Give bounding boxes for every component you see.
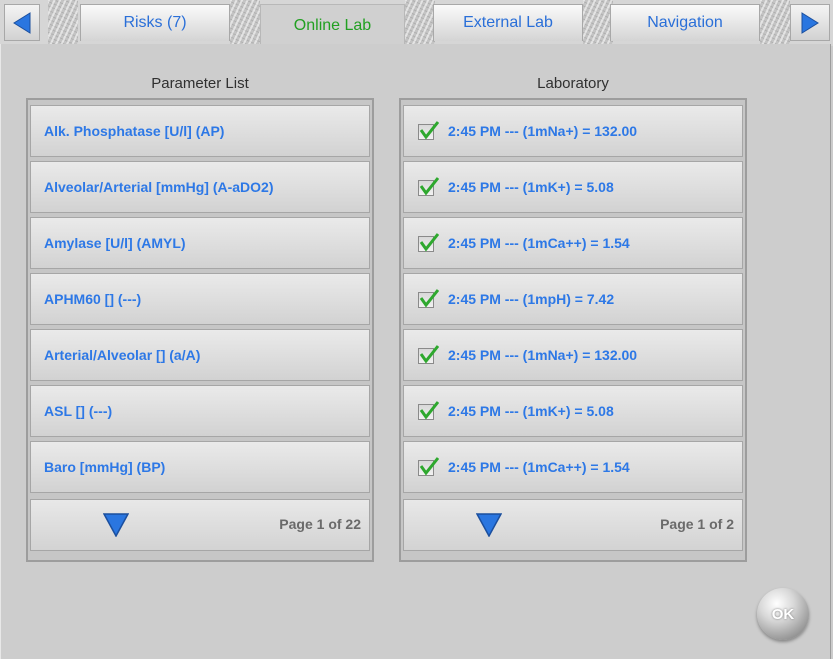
lab-result-label: 2:45 PM --- (1mCa++) = 1.54 xyxy=(448,235,630,251)
tab-navigation[interactable]: Navigation xyxy=(610,4,760,41)
laboratory-pager: Page 1 of 2 xyxy=(403,499,743,551)
laboratory-title: Laboratory xyxy=(537,75,609,92)
parameter-list: Alk. Phosphatase [U/l] (AP) Alveolar/Art… xyxy=(26,98,374,562)
checkmark-icon xyxy=(419,121,439,140)
checkmark-icon xyxy=(419,177,439,196)
laboratory-list: 2:45 PM --- (1mNa+) = 132.00 2:45 PM ---… xyxy=(399,98,747,562)
parameter-item-label: Alk. Phosphatase [U/l] (AP) xyxy=(44,123,225,139)
page-indicator: Page 1 of 2 xyxy=(660,516,734,532)
parameter-item-label: Alveolar/Arterial [mmHg] (A-aDO2) xyxy=(44,179,274,195)
parameter-list-title: Parameter List xyxy=(151,75,249,92)
tab-separator xyxy=(48,0,78,46)
checkmark-icon xyxy=(419,345,439,364)
lab-result-label: 2:45 PM --- (1mNa+) = 132.00 xyxy=(448,123,638,139)
tab-label: External Lab xyxy=(463,14,553,31)
lab-result-label: 2:45 PM --- (1mK+) = 5.08 xyxy=(448,403,614,419)
tab-bar: Risks (7) Online Lab External Lab Naviga… xyxy=(0,0,833,46)
tab-separator xyxy=(230,0,260,46)
tab-label: Online Lab xyxy=(293,16,372,34)
right-arrow-icon xyxy=(801,11,819,34)
checkbox[interactable] xyxy=(418,233,439,253)
lab-result-label: 2:45 PM --- (1mCa++) = 1.54 xyxy=(448,459,630,475)
parameter-item[interactable]: Arterial/Alveolar [] (a/A) xyxy=(30,329,370,381)
parameter-item-label: Amylase [U/l] (AMYL) xyxy=(44,235,186,251)
parameter-item[interactable]: APHM60 [] (---) xyxy=(30,273,370,325)
checkmark-icon xyxy=(419,401,439,420)
parameter-item[interactable]: ASL [] (---) xyxy=(30,385,370,437)
parameter-item[interactable]: Baro [mmHg] (BP) xyxy=(30,441,370,493)
tab-separator xyxy=(583,0,613,46)
tab-label: Risks (7) xyxy=(123,14,187,31)
checkmark-icon xyxy=(419,289,439,308)
parameter-item[interactable]: Amylase [U/l] (AMYL) xyxy=(30,217,370,269)
parameter-item[interactable]: Alk. Phosphatase [U/l] (AP) xyxy=(30,105,370,157)
lab-result-item[interactable]: 2:45 PM --- (1mK+) = 5.08 xyxy=(403,385,743,437)
tab-scroll-right-button[interactable] xyxy=(790,4,830,41)
tab-label: Navigation xyxy=(647,14,723,31)
checkmark-icon xyxy=(419,457,439,476)
checkmark-icon xyxy=(419,233,439,252)
checkbox[interactable] xyxy=(418,345,439,365)
tab-separator xyxy=(405,0,435,46)
parameter-item-label: ASL [] (---) xyxy=(44,403,113,419)
lab-result-label: 2:45 PM --- (1mpH) = 7.42 xyxy=(448,291,615,307)
checkbox[interactable] xyxy=(418,177,439,197)
parameter-item-label: Arterial/Alveolar [] (a/A) xyxy=(44,347,201,363)
parameter-item-label: Baro [mmHg] (BP) xyxy=(44,459,166,475)
online-lab-window: Risks (7) Online Lab External Lab Naviga… xyxy=(0,0,833,659)
tab-scroll-left-button[interactable] xyxy=(4,4,40,41)
parameter-item-label: APHM60 [] (---) xyxy=(44,291,142,307)
lab-result-item[interactable]: 2:45 PM --- (1mK+) = 5.08 xyxy=(403,161,743,213)
ok-button[interactable]: OK xyxy=(757,588,809,640)
tab-online-lab[interactable]: Online Lab xyxy=(260,4,405,46)
page-down-icon[interactable] xyxy=(476,513,502,537)
lab-result-item[interactable]: 2:45 PM --- (1mpH) = 7.42 xyxy=(403,273,743,325)
parameter-item[interactable]: Alveolar/Arterial [mmHg] (A-aDO2) xyxy=(30,161,370,213)
checkbox[interactable] xyxy=(418,121,439,141)
lab-result-label: 2:45 PM --- (1mNa+) = 132.00 xyxy=(448,347,638,363)
lab-result-item[interactable]: 2:45 PM --- (1mNa+) = 132.00 xyxy=(403,105,743,157)
lab-result-item[interactable]: 2:45 PM --- (1mCa++) = 1.54 xyxy=(403,441,743,493)
left-arrow-icon xyxy=(13,11,31,34)
lab-result-item[interactable]: 2:45 PM --- (1mNa+) = 132.00 xyxy=(403,329,743,381)
checkbox[interactable] xyxy=(418,401,439,421)
parameter-list-pager: Page 1 of 22 xyxy=(30,499,370,551)
checkbox[interactable] xyxy=(418,289,439,309)
tab-risks[interactable]: Risks (7) xyxy=(80,4,230,41)
tab-separator xyxy=(760,0,790,46)
tab-external-lab[interactable]: External Lab xyxy=(433,4,583,41)
checkbox[interactable] xyxy=(418,457,439,477)
lab-result-label: 2:45 PM --- (1mK+) = 5.08 xyxy=(448,179,614,195)
page-down-icon[interactable] xyxy=(103,513,129,537)
page-indicator: Page 1 of 22 xyxy=(279,516,361,532)
lab-result-item[interactable]: 2:45 PM --- (1mCa++) = 1.54 xyxy=(403,217,743,269)
